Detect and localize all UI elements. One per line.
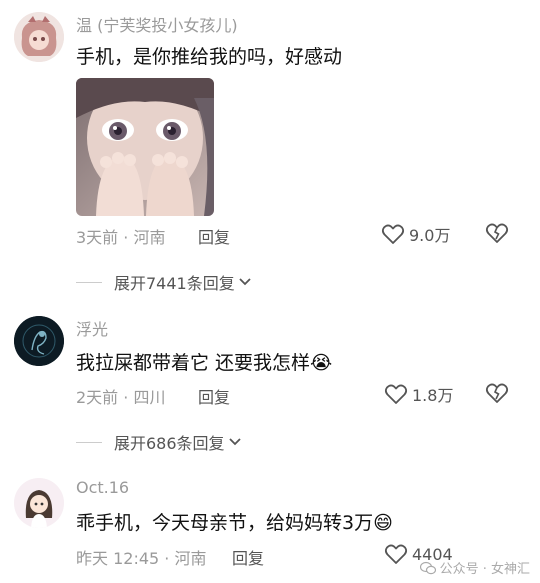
like-count: 1.8万 — [412, 386, 454, 405]
username[interactable]: Oct.16 — [76, 478, 129, 497]
comment-meta: 3天前 · 河南 — [76, 228, 166, 247]
heart-icon — [384, 384, 408, 404]
heart-icon — [384, 544, 408, 564]
reply-button[interactable]: 回复 — [198, 224, 230, 248]
broken-heart-icon — [485, 223, 509, 243]
dislike-button[interactable] — [485, 222, 509, 248]
expand-replies[interactable]: 展开686条回复 — [76, 430, 243, 454]
expand-label: 展开686条回复 — [114, 434, 225, 453]
watermark: 公众号 · 女神汇 — [419, 558, 530, 577]
wechat-icon — [419, 561, 436, 574]
comment-meta: 2天前 · 四川 — [76, 388, 166, 407]
chevron-down-icon — [239, 278, 251, 286]
comment-meta: 昨天 12:45 · 河南 — [76, 549, 207, 568]
comment-image[interactable] — [76, 78, 214, 216]
like-button[interactable]: 1.8万 — [384, 382, 453, 406]
divider — [76, 441, 102, 443]
avatar[interactable] — [14, 12, 64, 62]
avatar[interactable] — [14, 478, 64, 528]
dislike-button[interactable] — [485, 382, 509, 408]
username[interactable]: 浮光 — [76, 316, 108, 340]
comment-text: 乖手机，今天母亲节，给妈妈转3万😄 — [76, 512, 393, 534]
like-count: 9.0万 — [409, 226, 451, 245]
chevron-down-icon — [228, 438, 241, 446]
expand-label: 展开7441条回复 — [114, 274, 235, 293]
broken-heart-icon — [485, 383, 509, 403]
reply-button[interactable]: 回复 — [232, 545, 264, 569]
divider — [76, 281, 102, 283]
avatar[interactable] — [14, 316, 64, 366]
expand-replies[interactable]: 展开7441条回复 — [76, 270, 253, 294]
username[interactable]: 温 (宁芙奖投小女孩儿) — [76, 12, 238, 36]
reply-button[interactable]: 回复 — [198, 384, 230, 408]
heart-icon — [381, 224, 405, 244]
comment-text: 手机，是你推给我的吗，好感动 — [76, 46, 343, 68]
watermark-text: 公众号 · 女神汇 — [439, 562, 530, 577]
like-button[interactable]: 9.0万 — [381, 222, 450, 246]
comment-text: 我拉屎都带着它 还要我怎样😭 — [76, 352, 333, 374]
